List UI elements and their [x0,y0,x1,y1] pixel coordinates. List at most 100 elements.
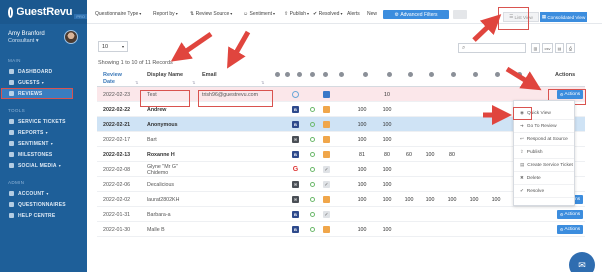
status-icon[interactable]: ✓ [323,181,330,188]
table-row[interactable]: 2022-01-30 Malle B B 100 100 Actions [97,222,585,237]
check-circle-icon [310,197,315,202]
table-row[interactable]: 2022-02-08 Glyne "Mr G" Chidemo G ✓ 100 100 [97,162,585,177]
display-name-cell[interactable]: Bart [147,137,157,143]
sort-icon[interactable]: ⇅ [261,80,264,85]
clear-filters-button[interactable] [453,10,467,19]
status-icon[interactable] [323,196,330,203]
table-row[interactable]: 2022-02-21 Anonymous B 100 100 [97,117,585,132]
sidebar-item-label: ACCOUNT [18,190,45,197]
sort-icon[interactable]: ⇅ [192,80,195,85]
status-icon[interactable]: ✓ [323,166,330,173]
display-name-cell[interactable]: Glyne "Mr G" Chidemo [147,164,197,176]
avatar[interactable] [64,30,78,44]
heart-icon [387,72,392,77]
chevron-down-icon: ▾ [230,11,233,16]
sidebar-item-service-tickets[interactable]: SERVICE TICKETS [0,116,87,127]
arrow-to-display-name [170,31,213,62]
annotation-box-quick-view [513,107,532,120]
table-row[interactable]: 2022-02-17 Bart ✉ 100 100 [97,132,585,147]
check-circle-icon [310,227,315,232]
display-name-cell[interactable]: laurat2802KH [147,197,179,203]
display-name-cell[interactable]: Andrew [147,107,166,113]
pdf-button[interactable]: ▤ [555,43,564,53]
filter-label: Sentiment [249,11,273,17]
sort-icon[interactable]: ⇅ [135,80,138,85]
sidebar-item-label: REVIEWS [18,90,43,97]
page-size-select[interactable]: 10 ▾ [98,41,128,52]
share-icon [9,163,14,168]
search-input[interactable]: ⌕ [458,43,526,53]
sidebar-item-sentiment[interactable]: SENTIMENT ▾ [0,138,87,149]
chevron-down-icon: ▾ [139,11,142,16]
smile-icon [310,72,315,77]
sidebar-item-social-media[interactable]: SOCIAL MEDIA ▾ [0,160,87,171]
menu-item-create-service-ticket[interactable]: ▤ Create Service Ticket [514,159,574,172]
status-icon[interactable]: ✓ [323,211,330,218]
filter-publish[interactable]: ⇪ Publish▾ [284,11,309,17]
csv-button[interactable]: csv [542,43,553,53]
display-name-cell[interactable]: Decalicious [147,182,174,188]
smile-icon [9,141,14,146]
display-name-cell[interactable]: Anonymous [147,122,178,128]
status-icon[interactable] [323,106,330,113]
column-header-review-date[interactable]: Review Date [103,72,133,86]
sidebar-item-account[interactable]: ACCOUNT ▾ [0,188,87,199]
filter-icon: ⚙ [394,11,399,18]
chat-launcher-button[interactable]: ✉ [569,252,595,272]
table-row[interactable]: 2022-02-13 Roxanne H B 81 80 60 100 80 [97,147,585,162]
filter-new[interactable]: New [367,11,377,17]
status-icon[interactable] [323,226,330,233]
sidebar-item-reports[interactable]: REPORTS ▾ [0,127,87,138]
arrow-right-icon: ➜ [520,123,524,128]
table-row[interactable]: 2022-02-06 Decalicious ✉ ✓ 100 100 [97,177,585,192]
display-name-cell[interactable]: Roxanne H [147,152,175,158]
menu-item-publish[interactable]: ⇪ Publish [514,146,574,159]
actions-button[interactable]: Actions [557,210,583,219]
status-icon[interactable] [323,121,330,128]
check-circle-icon [310,212,315,217]
sidebar-item-guests[interactable]: GUESTS ▾ [0,77,87,88]
sidebar-item-milestones[interactable]: MILESTONES [0,149,87,160]
dashboard-icon [9,69,14,74]
reply-icon[interactable] [323,91,330,98]
filter-questionnaire-type[interactable]: Questionnaire Type▾ [95,11,141,17]
filter-sentiment[interactable]: ☺ Sentiment▾ [243,11,275,17]
sidebar-item-questionnaires[interactable]: QUESTIONNAIRES [0,199,87,210]
display-name-cell[interactable]: Barbara-a [147,212,171,218]
display-name-cell[interactable]: Malle B [147,227,165,233]
table-row[interactable]: 2022-02-02 laurat2802KH ✉ 100 100 100 100 100 10… [97,192,585,207]
score-cell: 100 [447,197,457,203]
coffee-icon [451,72,456,77]
filter-label: Alerts [347,11,360,17]
column-header-email[interactable]: Email [202,72,217,78]
trash-icon: ✖ [520,175,524,180]
columns-button[interactable]: ▥ [531,43,540,53]
sidebar-item-dashboard[interactable]: DASHBOARD [0,66,87,77]
review-date-cell: 2022-02-08 [103,167,131,173]
advanced-filters-button[interactable]: ⚙ Advanced Filters [383,10,449,19]
consolidated-view-button[interactable]: ▦ Consolidated View [540,12,587,22]
actions-button[interactable]: Actions [557,225,583,234]
print-button[interactable]: ⎙ [566,43,575,53]
menu-item-delete[interactable]: ✖ Delete [514,172,574,185]
column-header-display-name[interactable]: Display Name [147,72,183,78]
filter-review-source[interactable]: ⇅ Review Source▾ [190,11,232,17]
menu-item-respond-at-source[interactable]: ↩ Respond at Source [514,133,574,146]
filter-resolved[interactable]: ✔ Resolved▾ [313,11,342,17]
csv-label: csv [544,45,551,51]
review-date-cell: 2022-02-23 [103,92,131,98]
brand[interactable]: GuestRevu PRO [0,0,87,24]
menu-item-resolve[interactable]: ✔ Resolve [514,185,574,198]
table-row[interactable]: 2022-01-31 Barbara-a B ✓ Actions [97,207,585,222]
status-icon[interactable] [323,136,330,143]
review-date-cell: 2022-01-30 [103,227,131,233]
sidebar-item-reviews[interactable]: REVIEWS [1,88,73,99]
status-icon[interactable] [323,151,330,158]
user-panel[interactable]: Amy Branford Consultant ▾ [0,24,87,54]
filter-report-by[interactable]: Report by▾ [153,11,178,17]
filter-alerts[interactable]: Alerts [347,11,360,17]
sidebar-item-help-centre[interactable]: HELP CENTRE [0,210,87,221]
list-icon [9,202,14,207]
check-icon [285,72,290,77]
menu-item-go-to-review[interactable]: ➜ Go To Review [514,120,574,133]
